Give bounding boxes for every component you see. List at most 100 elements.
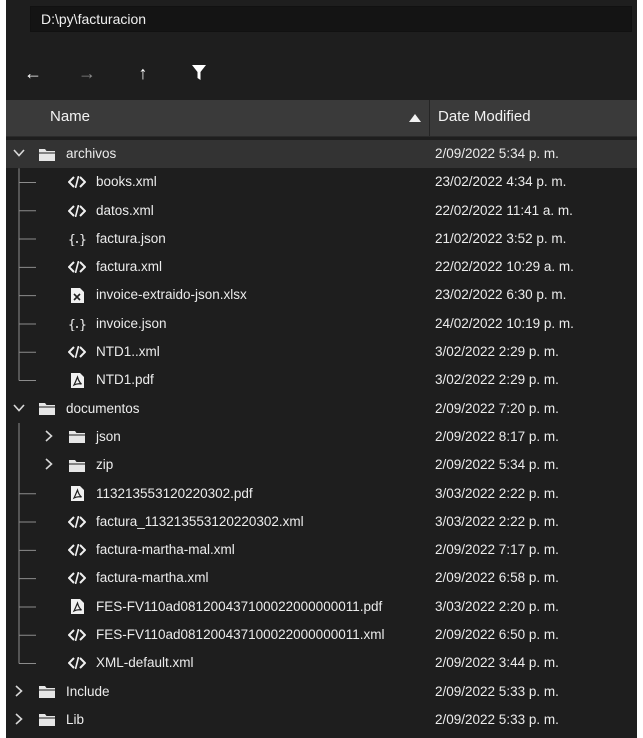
sort-ascending-icon[interactable] (409, 114, 421, 122)
xml-file-icon (68, 344, 86, 360)
folder-icon (68, 457, 86, 473)
item-date-modified: 2/09/2022 5:34 p. m. (435, 146, 559, 161)
xml-file-icon (68, 627, 86, 643)
item-name: XML-default.xml (96, 655, 194, 671)
name-column-header[interactable]: Name (6, 100, 430, 136)
file-row[interactable]: datos.xml 22/02/2022 11:41 a. m. (6, 197, 637, 225)
item-date-modified: 2/09/2022 5:33 p. m. (435, 683, 559, 699)
chevron-right-icon[interactable] (42, 457, 56, 471)
folder-icon (38, 146, 56, 162)
item-name: zip (96, 457, 114, 473)
file-row[interactable]: invoice-extraido-json.xlsx 23/02/2022 6:3… (6, 281, 637, 309)
file-row[interactable]: factura.xml 22/02/2022 10:29 a. m. (6, 253, 637, 281)
folder-row[interactable]: Include 2/09/2022 5:33 p. m. (6, 678, 637, 706)
item-date-modified: 23/02/2022 4:34 p. m. (435, 174, 567, 190)
file-row[interactable]: 113213553120220302.pdf 3/03/2022 2:22 p. … (6, 480, 637, 508)
name-column-label: Name (50, 108, 91, 125)
xml-file-icon (68, 655, 86, 671)
xml-file-icon (68, 203, 86, 219)
forward-icon[interactable]: → (74, 60, 100, 86)
pdf-file-icon (68, 486, 86, 502)
filter-icon[interactable] (186, 60, 212, 86)
item-date-modified: 2/09/2022 6:58 p. m. (435, 570, 559, 586)
item-name: FES-FV110ad081200437100022000000011.xml (96, 627, 385, 643)
column-header: Name Date Modified (6, 100, 637, 137)
path-bar: D:\py\facturacion (6, 0, 637, 40)
item-date-modified: 2/09/2022 7:17 p. m. (435, 542, 559, 558)
item-name: factura.json (96, 230, 166, 246)
svg-text:}: } (79, 233, 86, 246)
file-row[interactable]: FES-FV110ad081200437100022000000011.pdf 3… (6, 593, 637, 621)
folder-row[interactable]: Lib 2/09/2022 5:33 p. m. (6, 706, 637, 734)
item-date-modified: 3/03/2022 2:20 p. m. (435, 598, 559, 614)
folder-row[interactable]: json 2/09/2022 8:17 p. m. (6, 423, 637, 451)
excel-file-icon (68, 287, 86, 303)
xml-file-icon (68, 570, 86, 586)
svg-text:{: { (68, 318, 76, 331)
toolbar: ← → ↑ (6, 50, 637, 96)
xml-file-icon (68, 514, 86, 530)
file-row[interactable]: FES-FV110ad081200437100022000000011.xml 2… (6, 621, 637, 649)
chevron-right-icon[interactable] (12, 712, 26, 726)
date-modified-column-header[interactable]: Date Modified (438, 108, 531, 125)
file-row[interactable]: NTD1.pdf 3/02/2022 2:29 p. m. (6, 366, 637, 394)
file-row[interactable]: factura-martha.xml 2/09/2022 6:58 p. m. (6, 564, 637, 592)
chevron-down-icon[interactable] (12, 146, 26, 160)
up-icon[interactable]: ↑ (130, 60, 156, 86)
item-name: Lib (66, 711, 85, 727)
item-date-modified: 21/02/2022 3:52 p. m. (435, 230, 567, 246)
chevron-down-icon[interactable] (12, 401, 26, 415)
item-date-modified: 22/02/2022 10:29 a. m. (435, 259, 574, 275)
file-browser-panel: D:\py\facturacion ← → ↑ Name Date Modifi… (6, 0, 637, 738)
item-date-modified: 3/02/2022 2:29 p. m. (435, 344, 559, 360)
folder-icon (68, 429, 86, 445)
file-row[interactable]: {} factura.json 21/02/2022 3:52 p. m. (6, 225, 637, 253)
svg-text:}: } (79, 318, 86, 331)
item-date-modified: 3/03/2022 2:22 p. m. (435, 513, 559, 529)
file-row[interactable]: books.xml 23/02/2022 4:34 p. m. (6, 168, 637, 196)
item-name: factura_113213553120220302.xml (96, 513, 304, 529)
folder-row[interactable]: archivos 2/09/2022 5:34 p. m. (6, 140, 637, 169)
item-name: documentos (66, 400, 140, 416)
item-name: books.xml (96, 174, 157, 190)
file-row[interactable]: factura_113213553120220302.xml 3/03/2022 … (6, 508, 637, 536)
item-name: FES-FV110ad081200437100022000000011.pdf (96, 598, 383, 614)
xml-file-icon (68, 542, 86, 558)
chevron-right-icon[interactable] (12, 684, 26, 698)
item-name: NTD1..xml (96, 344, 160, 360)
back-icon[interactable]: ← (20, 60, 46, 86)
file-row[interactable]: XML-default.xml 2/09/2022 3:44 p. m. (6, 649, 637, 677)
folder-icon (38, 401, 56, 417)
file-row[interactable]: factura-martha-mal.xml 2/09/2022 7:17 p. … (6, 536, 637, 564)
item-date-modified: 23/02/2022 6:30 p. m. (435, 287, 567, 303)
item-date-modified: 2/09/2022 7:20 p. m. (435, 400, 559, 416)
item-date-modified: 2/09/2022 3:44 p. m. (435, 655, 559, 671)
file-tree: archivos 2/09/2022 5:34 p. m. books.xml 23/… (6, 140, 637, 734)
item-date-modified: 2/09/2022 5:34 p. m. (435, 457, 559, 473)
json-file-icon: {} (68, 316, 86, 332)
item-name: factura.xml (96, 259, 163, 275)
item-name: factura-martha.xml (96, 570, 209, 586)
item-name: json (96, 428, 121, 444)
file-row[interactable]: NTD1..xml 3/02/2022 2:29 p. m. (6, 338, 637, 366)
folder-icon (38, 712, 56, 728)
item-date-modified: 3/02/2022 2:29 p. m. (435, 372, 559, 388)
item-date-modified: 2/09/2022 5:33 p. m. (435, 711, 559, 727)
item-name: datos.xml (96, 202, 154, 218)
path-input[interactable]: D:\py\facturacion (30, 6, 632, 32)
pdf-file-icon (68, 372, 86, 388)
svg-text:{: { (68, 233, 76, 246)
folder-row[interactable]: documentos 2/09/2022 7:20 p. m. (6, 395, 637, 423)
item-date-modified: 3/03/2022 2:22 p. m. (435, 485, 559, 501)
item-date-modified: 2/09/2022 8:17 p. m. (435, 428, 559, 444)
item-name: NTD1.pdf (96, 372, 154, 388)
folder-icon (38, 684, 56, 700)
file-row[interactable]: {} invoice.json 24/02/2022 10:19 p. m. (6, 310, 637, 338)
chevron-right-icon[interactable] (42, 429, 56, 443)
item-name: Include (66, 683, 110, 699)
item-date-modified: 24/02/2022 10:19 p. m. (435, 315, 574, 331)
item-name: 113213553120220302.pdf (96, 485, 253, 501)
item-name: invoice.json (96, 315, 167, 331)
folder-row[interactable]: zip 2/09/2022 5:34 p. m. (6, 451, 637, 479)
item-name: factura-martha-mal.xml (96, 542, 235, 558)
